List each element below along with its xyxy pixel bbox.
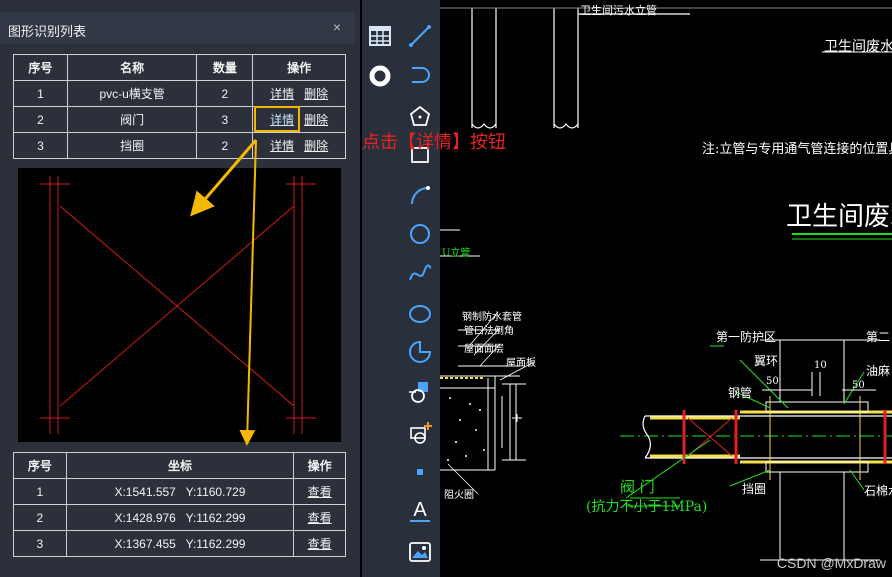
cad-label: 第一防护区 — [716, 330, 777, 344]
row-index: 1 — [13, 80, 68, 107]
row-name: pvc-u横支管 — [66, 80, 198, 107]
header-index: 序号 — [13, 452, 67, 479]
row-actions: 查看 — [293, 478, 346, 505]
row-coord: X:1541.557 Y:1160.729 — [65, 478, 295, 505]
table-row: 3 挡圈 2 详情 删除 — [13, 132, 346, 159]
delete-button[interactable]: 删除 — [304, 113, 328, 127]
cad-label: 屋面面层 — [464, 344, 504, 355]
header-action: 操作 — [252, 54, 346, 81]
cad-label: 注:立管与专用通气管连接的位置具体 — [702, 142, 892, 157]
cad-label: 挡圈 — [742, 482, 767, 496]
line-icon[interactable] — [406, 22, 434, 50]
cad-label: 卫生间污水立管 — [580, 4, 657, 17]
row-count: 2 — [196, 80, 254, 107]
point-icon[interactable] — [406, 458, 434, 486]
panel-title: 图形识别列表 — [8, 24, 87, 39]
cad-label: 钢制防水套管 — [462, 312, 522, 323]
table-row: 2 X:1428.976 Y:1162.299 查看 — [13, 504, 346, 531]
row-coord: X:1428.976 Y:1162.299 — [65, 504, 295, 531]
drawing-toolbar: A — [362, 0, 440, 577]
detail-button[interactable]: 详情 — [270, 87, 294, 101]
row-actions: 详情 删除 — [252, 80, 346, 107]
cad-label: 第二 — [866, 330, 891, 344]
detail-highlight-box — [254, 106, 300, 132]
view-button[interactable]: 查看 — [308, 537, 332, 551]
svg-text:A: A — [413, 499, 427, 521]
row-coord: X:1367.455 Y:1162.299 — [65, 530, 295, 557]
circle-icon[interactable] — [406, 220, 434, 248]
cad-label: 卫生间废水立 — [824, 39, 892, 55]
row-index: 2 — [13, 504, 67, 531]
instruction-annotation: 点击【详情】按钮 — [362, 132, 506, 152]
watermark: CSDN @MxDraw — [776, 555, 886, 571]
cad-drawing — [440, 7, 892, 561]
cad-label: 钢管 — [728, 386, 753, 400]
header-count: 数量 — [196, 54, 254, 81]
cad-label: (抗力不小于1MPa) — [586, 499, 708, 515]
polyline-icon[interactable] — [406, 62, 434, 90]
recognition-panel: 图形识别列表 × 序号 名称 数量 操作 1 pvc-u横支管 2 详情 删除 2… — [0, 0, 360, 577]
shape-preview — [18, 168, 341, 442]
spline-icon[interactable] — [406, 260, 434, 288]
view-button[interactable]: 查看 — [308, 485, 332, 499]
cad-label: 管口法倒角 — [464, 326, 514, 337]
cad-label: 阻火圈 — [444, 490, 474, 501]
dimension-icon[interactable] — [406, 378, 434, 406]
arc-icon[interactable] — [406, 180, 434, 208]
row-actions: 查看 — [293, 530, 346, 557]
row-index: 3 — [13, 530, 67, 557]
cad-label: 油麻 — [866, 364, 891, 378]
close-icon[interactable]: × — [333, 19, 341, 35]
row-name: 阀门 — [66, 106, 198, 133]
cad-label: 石棉水 — [864, 484, 892, 498]
cad-label: 翼环 — [754, 354, 779, 368]
table-header-row: 序号 坐标 操作 — [13, 452, 346, 479]
delete-button[interactable]: 删除 — [304, 139, 328, 153]
ellipse-icon[interactable] — [406, 300, 434, 328]
row-actions: 查看 — [293, 504, 346, 531]
sector-icon[interactable] — [406, 338, 434, 366]
delete-button[interactable]: 删除 — [304, 87, 328, 101]
polygon-icon[interactable] — [406, 102, 434, 130]
image-icon[interactable] — [406, 538, 434, 566]
table-row: 3 X:1367.455 Y:1162.299 查看 — [13, 530, 346, 557]
cad-label: 屋面板 — [506, 358, 536, 369]
cad-label: U立管 — [442, 248, 471, 259]
row-count: 2 — [196, 132, 254, 159]
row-index: 3 — [13, 132, 68, 159]
cad-label: 50 — [766, 376, 779, 387]
cad-canvas[interactable]: 卫生间污水立管 卫生间废水立 注:立管与专用通气管连接的位置具体 卫生间废水 U… — [440, 0, 892, 577]
table-icon[interactable] — [366, 22, 394, 50]
coordinate-table: 序号 坐标 操作 1 X:1541.557 Y:1160.729 查看 2 X:… — [13, 452, 346, 557]
header-action: 操作 — [293, 452, 346, 479]
add-point-icon[interactable] — [406, 418, 434, 446]
circle-fill-icon[interactable] — [366, 62, 394, 90]
header-name: 名称 — [66, 54, 198, 81]
row-index: 1 — [13, 478, 67, 505]
row-index: 2 — [13, 106, 68, 133]
row-count: 3 — [196, 106, 254, 133]
valve-preview-graphic — [40, 176, 316, 434]
cad-label: 阀 门 — [620, 478, 655, 496]
header-coord: 坐标 — [65, 452, 295, 479]
detail-button[interactable]: 详情 — [270, 139, 294, 153]
row-name: 挡圈 — [66, 132, 198, 159]
table-header-row: 序号 名称 数量 操作 — [13, 54, 346, 81]
view-button[interactable]: 查看 — [308, 511, 332, 525]
cad-label: 50 — [852, 380, 865, 391]
header-index: 序号 — [13, 54, 68, 81]
row-actions: 详情 删除 — [252, 132, 346, 159]
cad-label: 10 — [814, 360, 827, 371]
cad-label: 卫生间废水 — [786, 202, 892, 232]
table-row: 1 pvc-u横支管 2 详情 删除 — [13, 80, 346, 107]
text-icon[interactable]: A — [406, 496, 434, 524]
panel-header: 图形识别列表 × — [0, 12, 355, 44]
table-row: 1 X:1541.557 Y:1160.729 查看 — [13, 478, 346, 505]
